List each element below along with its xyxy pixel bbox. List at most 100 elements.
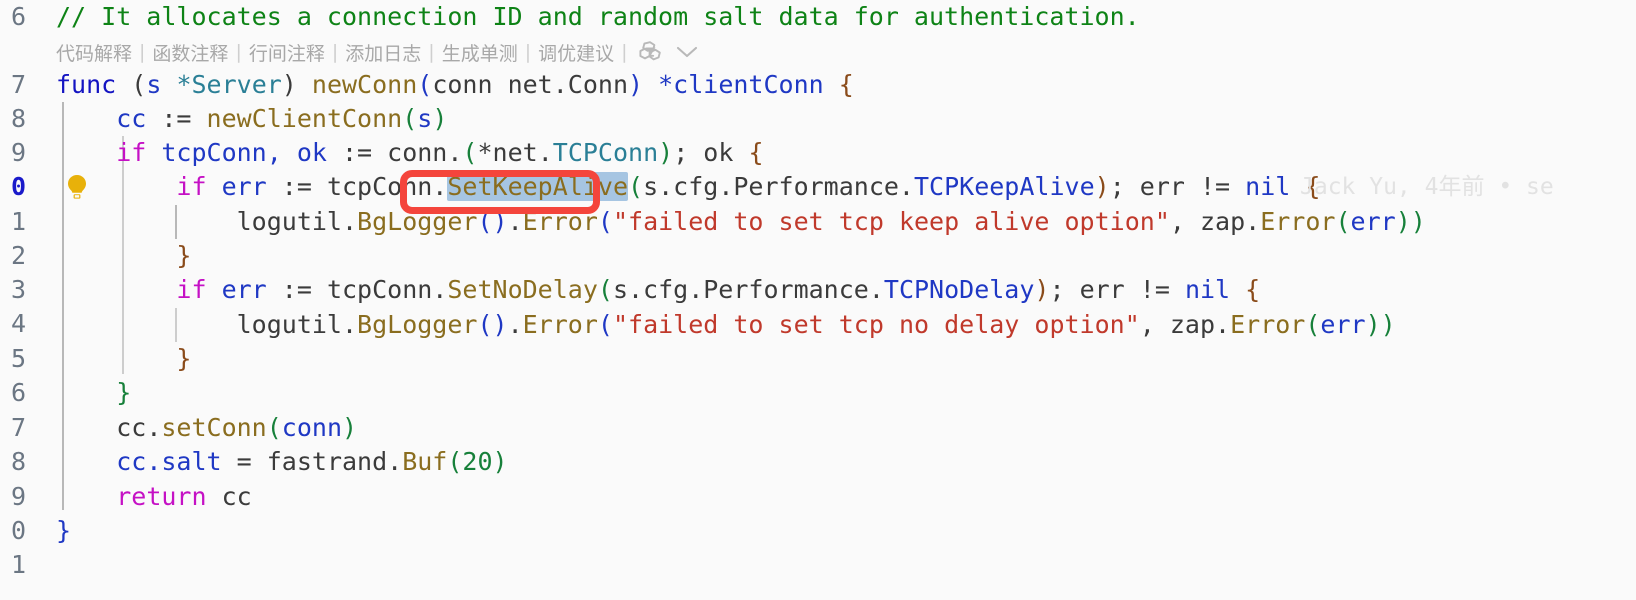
token-function: Error [1260,207,1336,236]
code-line[interactable]: func (s *Server) newConn(conn net.Conn) … [56,68,854,102]
token-punct: , [1169,207,1200,236]
token-operator: := [146,104,207,133]
token-field: cc.salt [116,447,222,476]
code-line[interactable]: logutil.BgLogger().Error("failed to set … [56,205,1426,239]
token-keyword: func [56,70,117,99]
token-punct: . [507,207,523,236]
git-blame-annotation[interactable]: Jack Yu, 4年前 • se [1300,170,1554,204]
token-punct: ) [1094,172,1110,201]
token-function: BgLogger [357,207,478,236]
token-punct: )) [1365,310,1396,339]
token-punct: ( [628,172,644,201]
code-line[interactable]: cc.salt = fastrand.Buf(20) [56,445,507,479]
token-package: logutil. [236,310,358,339]
code-line[interactable]: } [56,342,191,376]
token-brace: } [176,344,192,373]
token-punct: ) [1034,275,1050,304]
token-param: s [146,70,177,99]
code-line[interactable]: cc := newClientConn(s) [56,102,447,136]
token-operator: := [281,172,327,201]
code-comment: // It allocates a connection ID and rand… [56,2,1140,31]
token-punct: ( [402,104,418,133]
token-punct: ) [658,138,674,167]
token-string: "failed to set tcp no delay option" [612,310,1140,339]
token-operator: * [477,138,493,167]
token-field: TCPNoDelay [883,275,1035,304]
code-line[interactable]: // It allocates a connection ID and rand… [56,0,1140,34]
code-content[interactable]: // It allocates a connection ID and rand… [0,0,1636,600]
token-nil: nil [1184,275,1231,304]
token-punct: ( [1305,310,1321,339]
token-punct: ( [597,310,613,339]
token-brace: } [56,516,72,545]
token-variable: cc [116,104,147,133]
token-punct: ) [432,104,448,133]
token-operator: := [281,275,327,304]
token-variable: err [206,275,282,304]
code-line[interactable]: cc.setConn(conn) [56,411,357,445]
token-punct: ; [1049,275,1080,304]
token-variable: ok [703,138,749,167]
token-punct: () [477,207,508,236]
token-string: "failed to set tcp keep alive option" [612,207,1170,236]
code-line[interactable]: } [56,376,131,410]
code-line[interactable]: return cc [56,480,251,514]
token-variable: conn. [387,138,463,167]
token-punct: ) [342,413,358,442]
token-param: conn net.Conn [432,70,628,99]
token-brace: { [1230,275,1261,304]
code-editor[interactable]: 6 7 8 9 0 1 2 3 4 5 6 7 8 9 0 1 代码解释 | 函… [0,0,1636,600]
token-function: newConn [311,70,418,99]
selected-token-setkeepalive[interactable]: SetKeepAlive [447,172,628,201]
code-line[interactable]: logutil.BgLogger().Error("failed to set … [56,308,1396,342]
token-function: Error [522,207,598,236]
token-method: SetNoDelay [447,275,598,304]
token-argument: s.cfg.Performance. [643,172,914,201]
token-punct: ) [281,70,312,99]
code-line-current[interactable]: if err := tcpConn.SetKeepAlive(s.cfg.Per… [56,170,1320,204]
token-variable: tcpConn. [326,172,448,201]
token-field: TCPKeepAlive [914,172,1095,201]
token-nil: nil [1245,172,1291,201]
token-variable: tcpConn. [326,275,448,304]
code-line[interactable]: } [56,239,191,273]
token-package: zap. [1169,310,1231,339]
token-brace: { [823,70,854,99]
token-argument: conn [281,413,343,442]
token-function: Error [522,310,598,339]
token-keyword: if [116,138,147,167]
token-condition: err != [1139,172,1246,201]
token-punct: ; [1109,172,1140,201]
token-punct: , [1139,310,1170,339]
token-keyword: if [176,275,207,304]
token-brace: } [116,378,132,407]
token-variable: cc. [116,413,162,442]
token-type: *Server [176,70,282,99]
token-method: setConn [161,413,267,442]
token-punct: ( [447,447,463,476]
token-function: Error [1230,310,1306,339]
token-punct: ; [673,138,704,167]
token-punct: . [507,310,523,339]
token-variable: tcpConn, ok [146,138,342,167]
token-argument: s.cfg.Performance. [612,275,884,304]
token-brace: } [176,241,192,270]
token-argument: s [417,104,433,133]
token-punct: ( [417,70,433,99]
token-number: 20 [462,447,493,476]
token-punct: () [477,310,508,339]
token-package: net. [492,138,553,167]
token-variable: err [206,172,282,201]
code-line[interactable]: if tcpConn, ok := conn.(*net.TCPConn); o… [56,136,763,170]
token-argument: err [1320,310,1366,339]
code-line[interactable]: } [56,514,71,548]
code-line[interactable]: if err := tcpConn.SetNoDelay(s.cfg.Perfo… [56,273,1260,307]
token-condition: err != [1079,275,1185,304]
